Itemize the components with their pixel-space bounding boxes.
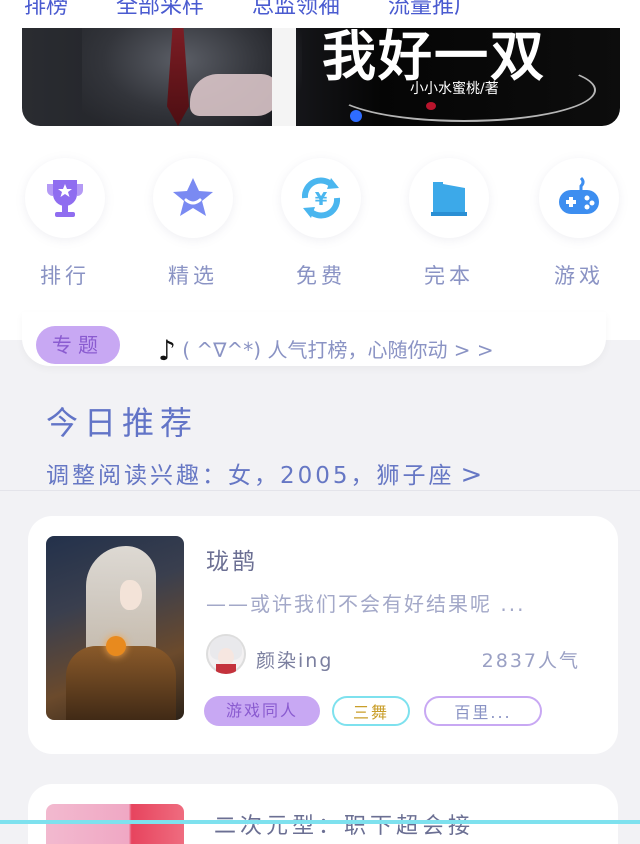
chevron-right-icon: > bbox=[460, 460, 486, 490]
category-row: 排行 精选 ¥ 免费 完本 游戏 bbox=[0, 158, 640, 298]
book-title: 二次元型：职下超会接 bbox=[214, 814, 475, 839]
svg-text:¥: ¥ bbox=[315, 189, 328, 210]
trophy-icon bbox=[25, 158, 105, 238]
banner-author: 小小水蜜桃/著 bbox=[410, 81, 499, 97]
popularity-count: 2837人气 bbox=[481, 650, 580, 672]
topic-badge[interactable]: 专题 bbox=[36, 326, 120, 364]
yen-refresh-icon: ¥ bbox=[281, 158, 361, 238]
tab-item[interactable]: 排榜 bbox=[24, 0, 68, 18]
tab-item[interactable]: 流量推广 bbox=[388, 0, 476, 18]
interest-settings-link[interactable]: 调整阅读兴趣：女，2005，狮子座 > bbox=[46, 456, 485, 490]
topic-bar[interactable]: 专题 ♪ ( ^∇^*) 人气打榜，心随你动 > > bbox=[22, 312, 606, 367]
gamepad-icon bbox=[539, 158, 619, 238]
tag-chip[interactable]: 游戏同人 bbox=[204, 696, 320, 726]
book-cover[interactable] bbox=[46, 536, 184, 720]
category-ranking[interactable]: 排行 bbox=[20, 158, 110, 290]
book-title: 珑鹊 bbox=[206, 549, 258, 575]
author-name[interactable]: 颜染ing bbox=[256, 646, 333, 673]
promo-banner[interactable]: 我好一双 小小水蜜桃/著 bbox=[22, 28, 620, 126]
tag-chip[interactable]: 三舞 bbox=[332, 696, 410, 726]
book-cover[interactable] bbox=[46, 804, 184, 844]
cover-orb bbox=[106, 636, 126, 656]
book-card[interactable]: 珑鹊 ——或许我们不会有好结果呢 ... 颜染ing 2837人气 游戏同人 三… bbox=[28, 516, 618, 754]
section-title: 今日推荐 bbox=[46, 404, 199, 442]
book-description: ——或许我们不会有好结果呢 ... bbox=[206, 592, 526, 616]
topic-message: ( ^∇^*) 人气打榜，心随你动 > > bbox=[182, 338, 494, 362]
category-featured[interactable]: 精选 bbox=[148, 158, 238, 290]
book-card[interactable]: 二次元型：职下超会接 bbox=[28, 784, 618, 844]
category-label: 免费 bbox=[296, 264, 346, 288]
book-icon bbox=[409, 158, 489, 238]
music-note-icon: ♪ bbox=[158, 334, 176, 367]
interest-settings-text: 调整阅读兴趣：女，2005，狮子座 bbox=[46, 463, 455, 489]
banner-hand bbox=[190, 74, 280, 116]
topic-text: ♪ ( ^∇^*) 人气打榜，心随你动 > > bbox=[158, 334, 494, 367]
banner-dot bbox=[350, 110, 362, 122]
tab-item[interactable]: 总监领袖 bbox=[252, 0, 340, 18]
avatar[interactable] bbox=[206, 634, 246, 674]
divider bbox=[0, 490, 640, 491]
cover-face bbox=[120, 580, 142, 610]
category-label: 排行 bbox=[40, 264, 90, 288]
bottom-accent-line bbox=[0, 820, 640, 824]
category-free[interactable]: ¥ 免费 bbox=[276, 158, 366, 290]
avatar-clothes bbox=[216, 664, 236, 674]
banner-petal bbox=[426, 102, 436, 110]
tab-item[interactable]: 全部采样 bbox=[116, 0, 204, 18]
category-label: 游戏 bbox=[554, 264, 604, 288]
tag-chip[interactable]: 百里... bbox=[424, 696, 542, 726]
top-tabs: 排榜 全部采样 总监领袖 流量推广 bbox=[0, 0, 640, 18]
banner-sleeve bbox=[272, 28, 296, 126]
category-label: 精选 bbox=[168, 264, 218, 288]
category-completed[interactable]: 完本 bbox=[404, 158, 494, 290]
category-games[interactable]: 游戏 bbox=[534, 158, 624, 290]
cover-cloak bbox=[66, 646, 176, 720]
category-label: 完本 bbox=[424, 264, 474, 288]
star-icon bbox=[153, 158, 233, 238]
